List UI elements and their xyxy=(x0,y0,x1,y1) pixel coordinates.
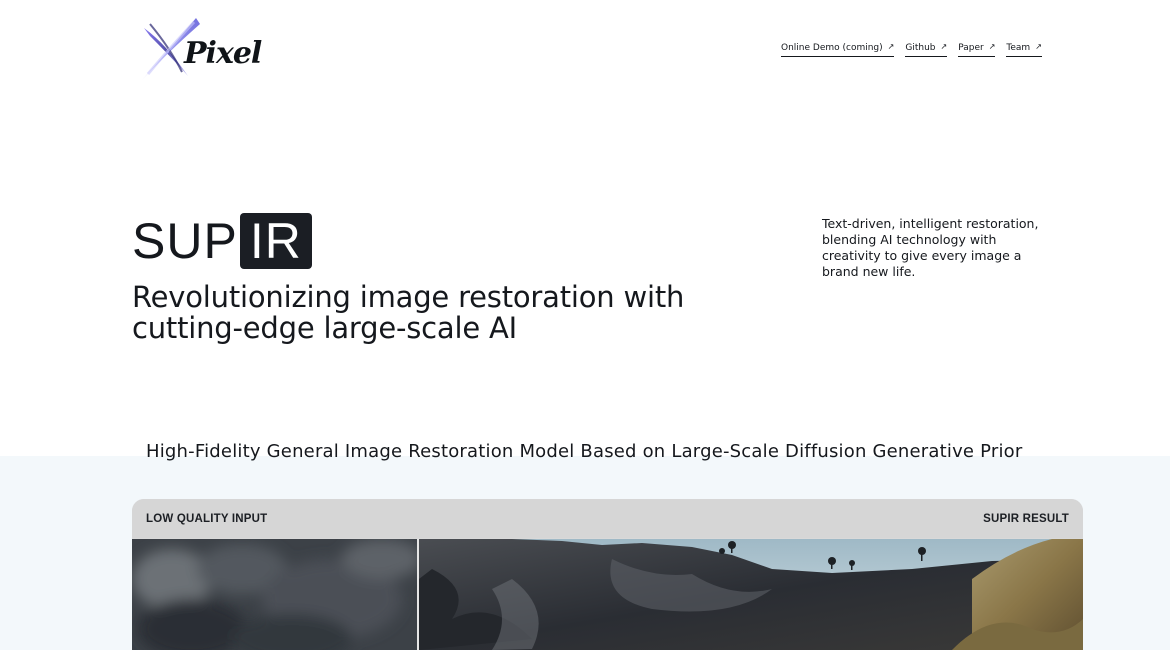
external-link-icon: ↗ xyxy=(887,42,895,51)
hero-headline: Revolutionizing image restoration with c… xyxy=(132,280,685,345)
image-comparison-slider[interactable]: LOW QUALITY INPUT SUPIR RESULT xyxy=(132,499,1083,650)
nav-label: Paper xyxy=(958,43,984,53)
supir-result-label: SUPIR RESULT xyxy=(983,512,1069,525)
nav-link-paper[interactable]: Paper ↗ xyxy=(958,42,996,57)
restored-region xyxy=(419,539,1083,650)
external-link-icon: ↗ xyxy=(940,42,948,51)
hero-tagline: Text-driven, intelligent restoration, bl… xyxy=(822,216,1039,279)
section-subtitle: High-Fidelity General Image Restoration … xyxy=(146,441,1023,462)
comparison-image xyxy=(132,539,1083,650)
external-link-icon: ↗ xyxy=(1035,42,1042,51)
nav-label: Team xyxy=(1006,43,1031,53)
external-link-icon: ↗ xyxy=(988,42,996,51)
comparison-header: LOW QUALITY INPUT SUPIR RESULT xyxy=(132,499,1083,538)
nav-label: Online Demo (coming) xyxy=(781,43,883,53)
logo-text: Pixel xyxy=(184,36,262,71)
comparison-slider-handle[interactable] xyxy=(417,539,419,650)
nav-link-github[interactable]: Github ↗ xyxy=(905,42,948,57)
brand-title-boxed: IR xyxy=(239,213,312,269)
low-quality-region xyxy=(132,539,422,650)
nav-link-online-demo[interactable]: Online Demo (coming) ↗ xyxy=(781,42,895,57)
top-navigation: Online Demo (coming) ↗ Github ↗ Paper ↗ … xyxy=(781,43,1042,57)
nav-link-team[interactable]: Team ↗ xyxy=(1006,43,1042,57)
xpixel-logo[interactable]: Pixel xyxy=(136,14,262,86)
supir-brand-title: SUP IR xyxy=(132,213,312,269)
brand-title-plain: SUP xyxy=(132,213,238,269)
nav-label: Github xyxy=(905,43,936,53)
low-quality-input-label: LOW QUALITY INPUT xyxy=(146,512,268,525)
